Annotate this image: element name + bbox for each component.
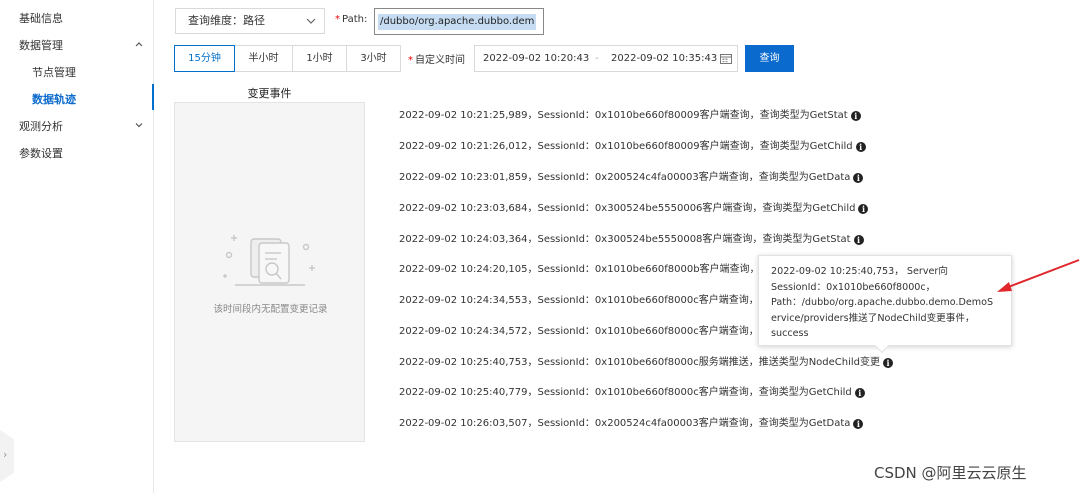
info-icon[interactable]: i bbox=[858, 204, 869, 214]
tooltip-line: ervice/providers推送了NodeChild变更事件， bbox=[771, 312, 975, 324]
info-icon[interactable]: i bbox=[883, 358, 894, 368]
tooltip-line: Path：/dubbo/org.apache.dubbo.demo.DemoS bbox=[771, 297, 994, 308]
info-icon[interactable]: i bbox=[850, 111, 861, 121]
sidebar-item-data-trace[interactable]: 数据轨迹 bbox=[32, 91, 76, 107]
info-icon[interactable]: i bbox=[855, 142, 866, 152]
chevron-right-icon: › bbox=[3, 448, 8, 461]
list-item: 2022-09-02 10:24:34,553，SessionId：0x1010… bbox=[399, 295, 769, 306]
sidebar-item-node-management[interactable]: 节点管理 bbox=[32, 64, 76, 80]
sidebar-item-data-management[interactable]: 数据管理 bbox=[19, 37, 63, 53]
tooltip-line: SessionId：0x1010be660f8000c， bbox=[771, 281, 936, 293]
list-item: 2022-09-02 10:25:40,753，SessionId：0x1010… bbox=[399, 356, 894, 370]
info-icon[interactable]: i bbox=[853, 235, 864, 245]
list-item: 2022-09-02 10:23:03,684，SessionId：0x3005… bbox=[399, 202, 869, 216]
path-input[interactable]: /dubbo/org.apache.dubbo.dem bbox=[374, 8, 544, 35]
annotation-arrow-icon bbox=[997, 259, 1080, 292]
list-item: 2022-09-02 10:24:34,572，SessionId：0x1010… bbox=[399, 326, 769, 337]
dimension-select[interactable]: 查询维度：路径 bbox=[175, 8, 325, 34]
sidebar: 基础信息 数据管理 节点管理 数据轨迹 观测分析 参数设置 › bbox=[0, 0, 154, 493]
empty-state-text: 该时间段内无配置变更记录 bbox=[213, 304, 328, 315]
path-input-value: /dubbo/org.apache.dubbo.dem bbox=[378, 14, 537, 30]
date-range-picker[interactable]: 2022-09-02 10:20:43 - 2022-09-02 10:35:4… bbox=[474, 45, 738, 72]
start-time: 2022-09-02 10:20:43 bbox=[483, 53, 590, 64]
path-label: * Path: bbox=[335, 14, 368, 25]
info-icon[interactable]: i bbox=[854, 388, 865, 398]
calendar-icon bbox=[720, 54, 732, 64]
active-indicator bbox=[152, 84, 154, 110]
time-option-1hour[interactable]: 1小时 bbox=[292, 45, 347, 72]
info-icon[interactable]: i bbox=[853, 419, 864, 429]
event-detail-tooltip: 2022-09-02 10:25:40,753， Server向 Session… bbox=[758, 255, 1012, 354]
watermark: CSDN @阿里云云原生 bbox=[874, 464, 1027, 482]
change-events-title: 变更事件 bbox=[247, 87, 292, 100]
list-item: 2022-09-02 10:21:26,012，SessionId：0x1010… bbox=[399, 140, 866, 154]
change-events-panel: 该时间段内无配置变更记录 bbox=[174, 102, 365, 442]
list-item: 2022-09-02 10:23:01,859，SessionId：0x2005… bbox=[399, 171, 864, 185]
sidebar-item-observability[interactable]: 观测分析 bbox=[19, 118, 63, 134]
end-time: 2022-09-02 10:35:43 bbox=[611, 53, 718, 64]
tooltip-line: 2022-09-02 10:25:40,753， Server向 bbox=[771, 266, 948, 277]
empty-document-icon bbox=[223, 235, 315, 286]
time-option-half-hour[interactable]: 半小时 bbox=[234, 45, 293, 72]
sidebar-item-settings[interactable]: 参数设置 bbox=[19, 145, 63, 161]
time-option-3hour[interactable]: 3小时 bbox=[346, 45, 401, 72]
chevron-down-icon[interactable] bbox=[134, 120, 144, 130]
sidebar-collapse-handle[interactable]: › bbox=[0, 430, 14, 482]
chevron-up-icon[interactable] bbox=[134, 39, 144, 49]
range-separator: - bbox=[595, 53, 599, 64]
list-item: 2022-09-02 10:25:40,779，SessionId：0x1010… bbox=[399, 386, 865, 400]
chevron-down-icon bbox=[306, 18, 316, 24]
time-option-15min[interactable]: 15分钟 bbox=[174, 45, 235, 72]
list-item: 2022-09-02 10:26:03,507，SessionId：0x2005… bbox=[399, 417, 864, 431]
tooltip-line: success bbox=[771, 328, 809, 339]
custom-time-label: * 自定义时间 bbox=[408, 55, 465, 66]
list-item: 2022-09-02 10:24:20,105，SessionId：0x1010… bbox=[399, 264, 770, 275]
list-item: 2022-09-02 10:21:25,989，SessionId：0x1010… bbox=[399, 109, 861, 123]
dimension-select-value: 查询维度：路径 bbox=[188, 14, 265, 27]
sidebar-item-basic-info[interactable]: 基础信息 bbox=[19, 10, 63, 26]
info-icon[interactable]: i bbox=[853, 173, 864, 183]
list-item: 2022-09-02 10:24:03,364，SessionId：0x3005… bbox=[399, 233, 864, 247]
query-button[interactable]: 查询 bbox=[745, 45, 794, 72]
